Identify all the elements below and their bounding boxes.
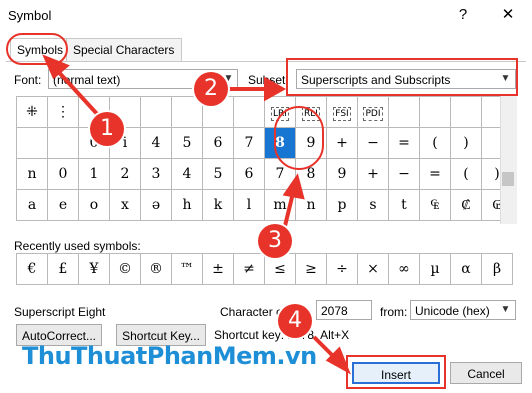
arrow-1-head — [42, 54, 70, 80]
annotation-marker-4: 4 — [278, 304, 312, 338]
annotation-arrows — [42, 54, 351, 375]
arrow-2-head — [264, 76, 287, 102]
arrow-1-line — [53, 66, 100, 117]
annotation-marker-1: 1 — [90, 112, 124, 146]
annotation-marker-3: 3 — [258, 224, 292, 258]
annotation-marker-2: 2 — [194, 72, 228, 106]
arrow-3-line — [282, 192, 295, 231]
watermark: ThuThuatPhanMem.vn — [22, 342, 317, 370]
arrow-3-head — [282, 173, 305, 200]
